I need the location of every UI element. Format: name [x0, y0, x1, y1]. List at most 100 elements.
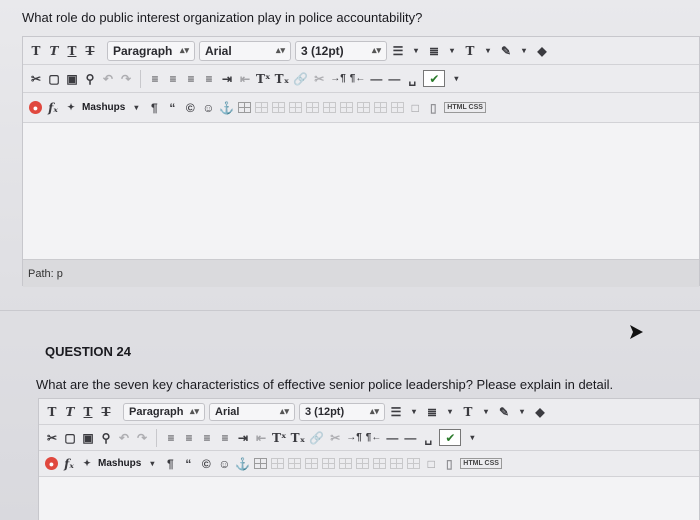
table-row-after-icon[interactable] — [288, 458, 302, 469]
eraser-icon[interactable]: ◆ — [533, 405, 547, 419]
undo-icon[interactable]: ↶ — [117, 431, 131, 445]
table-props-icon[interactable] — [391, 102, 405, 113]
table-col-after-icon[interactable] — [339, 458, 353, 469]
cut-icon[interactable]: ✂ — [45, 431, 59, 445]
emoji-icon[interactable]: ☺ — [201, 101, 215, 115]
align-left-icon[interactable]: ≡ — [164, 431, 178, 445]
outdent-icon[interactable]: ⇤ — [238, 72, 252, 86]
unlink-icon[interactable]: ✂ — [328, 431, 342, 445]
bold-button[interactable]: T — [45, 405, 59, 419]
math-function-button[interactable]: fₓ — [46, 101, 60, 115]
table-delete-col-icon[interactable] — [340, 102, 354, 113]
emoji-icon[interactable]: ☺ — [217, 457, 231, 471]
blockquote-icon[interactable]: “ — [165, 101, 179, 115]
table-col-before-icon[interactable] — [322, 458, 336, 469]
indent-icon[interactable]: ⇥ — [236, 431, 250, 445]
paragraph-select[interactable]: Paragraph ▴▾ — [123, 402, 205, 421]
paragraph-select[interactable]: Paragraph ▴▾ — [107, 40, 195, 61]
find-icon[interactable]: ⚲ — [83, 72, 97, 86]
dropdown-arrow-icon[interactable]: ▾ — [517, 46, 531, 55]
link-icon[interactable]: 🔗 — [293, 72, 308, 86]
align-right-icon[interactable]: ≡ — [184, 72, 198, 86]
eraser-icon[interactable]: ◆ — [535, 44, 549, 58]
copyright-icon[interactable]: © — [183, 101, 197, 115]
rtl-paragraph-icon[interactable]: ¶← — [366, 432, 382, 443]
blockquote-icon[interactable]: “ — [181, 457, 195, 471]
cut-icon[interactable]: ✂ — [29, 72, 43, 86]
fullscreen-icon[interactable]: □ — [408, 101, 422, 115]
horizontal-rule-icon[interactable]: — — [385, 431, 399, 445]
undo-icon[interactable]: ↶ — [101, 72, 115, 86]
pilcrow-icon[interactable]: ¶ — [147, 101, 161, 115]
text-color-button[interactable]: T — [461, 405, 475, 419]
bold-button[interactable]: T — [29, 44, 43, 58]
answer-text-area[interactable] — [39, 477, 699, 520]
table-merge-icon[interactable] — [390, 458, 404, 469]
indent-icon[interactable]: ⇥ — [220, 72, 234, 86]
ltr-paragraph-icon[interactable]: →¶ — [330, 73, 346, 84]
anchor-icon[interactable]: ⚓ — [219, 101, 234, 115]
align-center-icon[interactable]: ≡ — [166, 72, 180, 86]
subscript-button[interactable]: Tₓ — [291, 431, 306, 445]
table-delete-row-icon[interactable] — [289, 102, 303, 113]
dropdown-arrow-icon[interactable]: ▾ — [407, 407, 421, 416]
align-justify-icon[interactable]: ≡ — [202, 72, 216, 86]
table-delete-row-icon[interactable] — [305, 458, 319, 469]
strikethrough-button[interactable]: T — [83, 44, 97, 58]
ltr-paragraph-icon[interactable]: →¶ — [346, 432, 362, 443]
table-delete-col-icon[interactable] — [356, 458, 370, 469]
link-icon[interactable]: 🔗 — [309, 431, 324, 445]
underline-button[interactable]: T — [65, 44, 79, 58]
table-split-icon[interactable] — [357, 102, 371, 113]
table-col-after-icon[interactable] — [323, 102, 337, 113]
copy-icon[interactable]: ▢ — [47, 72, 61, 86]
dropdown-arrow-icon[interactable]: ▾ — [515, 407, 529, 416]
horizontal-rule-icon[interactable]: — — [369, 72, 383, 86]
bullet-list-icon[interactable]: ☰ — [389, 405, 403, 419]
preview-icon[interactable]: ▯ — [426, 101, 440, 115]
align-justify-icon[interactable]: ≡ — [218, 431, 232, 445]
bullet-list-icon[interactable]: ☰ — [391, 44, 405, 58]
dropdown-arrow-icon[interactable]: ▾ — [443, 407, 457, 416]
unlink-icon[interactable]: ✂ — [312, 72, 326, 86]
numbered-list-icon[interactable]: ≣ — [425, 405, 439, 419]
table-props-icon[interactable] — [407, 458, 421, 469]
html-css-button[interactable]: HTML CSS — [460, 458, 502, 469]
superscript-button[interactable]: Tˣ — [256, 72, 271, 86]
table-row-before-icon[interactable] — [255, 102, 269, 113]
math-function-button[interactable]: fₓ — [62, 457, 76, 471]
table-merge-icon[interactable] — [374, 102, 388, 113]
italic-button[interactable]: T — [47, 44, 61, 58]
font-select[interactable]: Arial ▴▾ — [199, 40, 291, 61]
dropdown-arrow-icon[interactable]: ▾ — [145, 459, 159, 468]
mashups-button[interactable]: Mashups — [82, 102, 125, 113]
strikethrough-button[interactable]: T — [99, 405, 113, 419]
record-icon[interactable]: ● — [45, 457, 58, 470]
mashups-button[interactable]: Mashups — [98, 458, 141, 469]
html-css-button[interactable]: HTML CSS — [444, 102, 486, 113]
dropdown-arrow-icon[interactable]: ▾ — [129, 103, 143, 112]
spellcheck-icon[interactable]: ✔ — [439, 429, 462, 446]
anchor-icon[interactable]: ⚓ — [235, 457, 250, 471]
copy-icon[interactable]: ▢ — [63, 431, 77, 445]
outdent-icon[interactable]: ⇤ — [254, 431, 268, 445]
redo-icon[interactable]: ↷ — [119, 72, 133, 86]
text-color-button[interactable]: T — [463, 44, 477, 58]
line-break-icon[interactable]: — — [403, 431, 417, 445]
dropdown-arrow-icon[interactable]: ▾ — [481, 46, 495, 55]
align-right-icon[interactable]: ≡ — [200, 431, 214, 445]
highlighter-icon[interactable]: ✎ — [499, 44, 513, 58]
highlighter-icon[interactable]: ✎ — [497, 405, 511, 419]
line-break-icon[interactable]: — — [387, 72, 401, 86]
dropdown-arrow-icon[interactable]: ▾ — [445, 46, 459, 55]
paste-icon[interactable]: ▣ — [81, 431, 95, 445]
size-select[interactable]: 3 (12pt) ▴▾ — [299, 402, 385, 421]
numbered-list-icon[interactable]: ≣ — [427, 44, 441, 58]
fullscreen-icon[interactable]: □ — [424, 457, 438, 471]
table-row-after-icon[interactable] — [272, 102, 286, 113]
dropdown-arrow-icon[interactable]: ▾ — [479, 407, 493, 416]
align-center-icon[interactable]: ≡ — [182, 431, 196, 445]
rtl-paragraph-icon[interactable]: ¶← — [350, 73, 366, 84]
find-icon[interactable]: ⚲ — [99, 431, 113, 445]
nonbreaking-space-icon[interactable]: ␣ — [405, 72, 419, 86]
